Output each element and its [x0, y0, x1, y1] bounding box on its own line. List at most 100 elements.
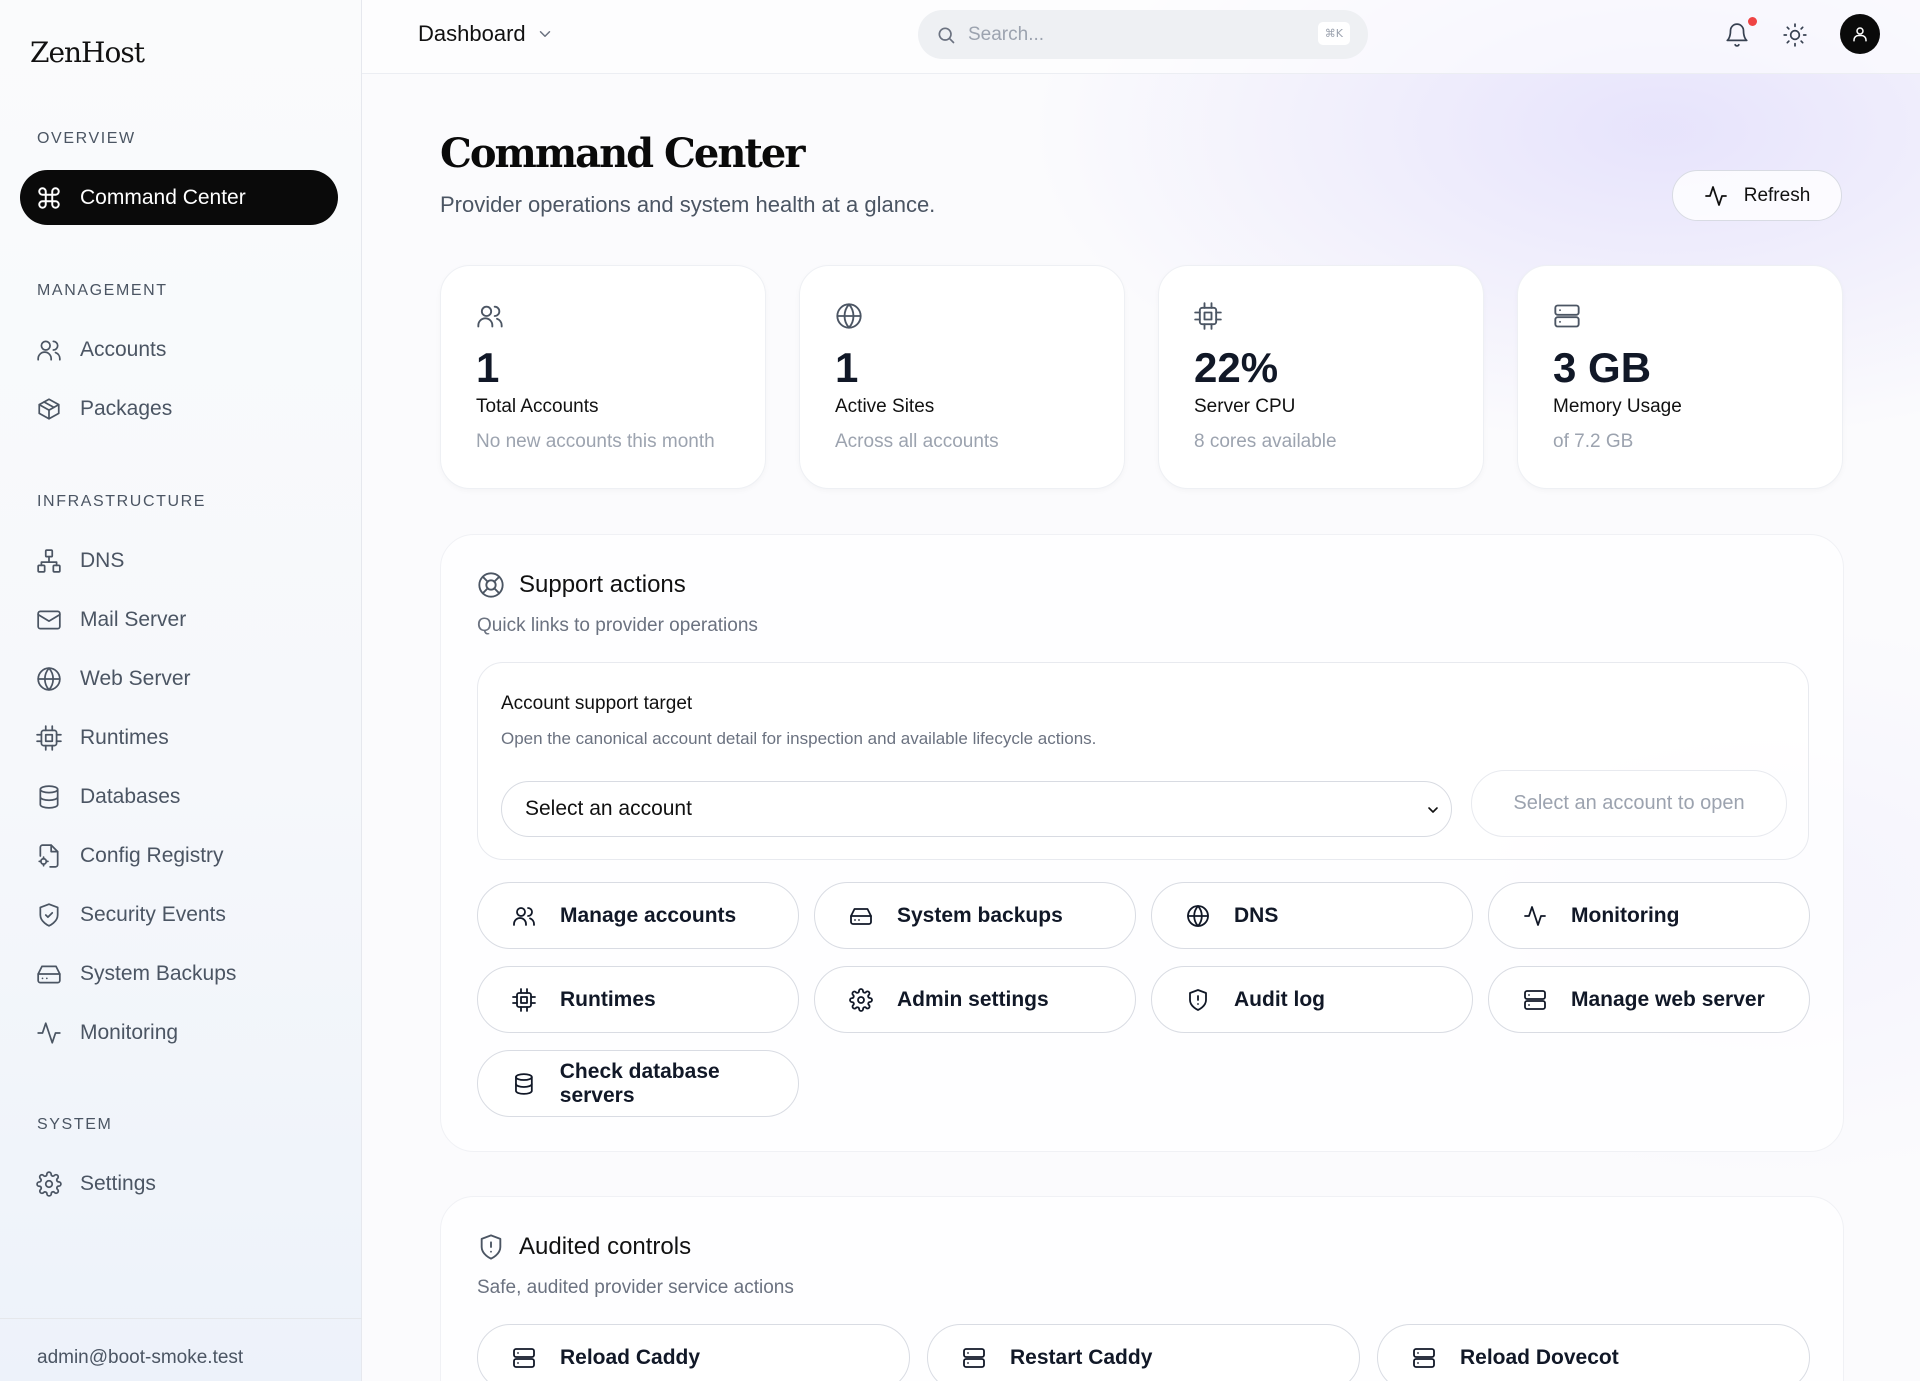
hard-drive-icon [36, 961, 62, 987]
action-label: Audit log [1234, 987, 1325, 1011]
manage-accounts-button[interactable]: Manage accounts [477, 882, 799, 949]
sidebar-item-web-server[interactable]: Web Server [20, 651, 338, 706]
restart-caddy-button[interactable]: Restart Caddy [927, 1324, 1360, 1381]
action-label: Runtimes [560, 987, 656, 1011]
stat-card-server-cpu: 22% Server CPU 8 cores available [1158, 265, 1484, 489]
account-select-value: Select an account [525, 797, 692, 820]
audit-log-button[interactable]: Audit log [1151, 966, 1473, 1033]
support-actions-panel: Support actions Quick links to provider … [440, 534, 1844, 1152]
action-label: Admin settings [897, 987, 1049, 1011]
action-label: Check database servers [559, 1059, 720, 1107]
check-database-servers-button[interactable]: Check database servers [477, 1050, 799, 1117]
activity-icon [1523, 904, 1547, 928]
database-icon [512, 1072, 536, 1096]
sidebar-item-system-backups[interactable]: System Backups [20, 946, 338, 1001]
panel-title: Support actions [519, 571, 686, 598]
sidebar-item-label: Packages [80, 396, 173, 420]
manage-web-server-button[interactable]: Manage web server [1488, 966, 1810, 1033]
breadcrumb-label: Dashboard [418, 21, 526, 46]
file-cog-icon [36, 843, 62, 869]
globe-icon [1186, 904, 1210, 928]
page-title: Command Center [440, 130, 805, 177]
breadcrumb-dashboard[interactable]: Dashboard [418, 21, 554, 47]
sidebar-item-label: Security Events [80, 902, 226, 926]
nav-section-infrastructure: INFRASTRUCTURE [37, 493, 207, 510]
sidebar-item-label: System Backups [80, 961, 237, 985]
action-label: Restart Caddy [1010, 1345, 1153, 1369]
dns-button[interactable]: DNS [1151, 882, 1473, 949]
system-backups-button[interactable]: System backups [814, 882, 1136, 949]
mail-icon [36, 607, 62, 633]
network-icon [36, 548, 62, 574]
stat-value: 22% [1194, 344, 1279, 391]
sidebar-item-security-events[interactable]: Security Events [20, 887, 338, 942]
stat-label: Memory Usage [1553, 396, 1682, 417]
shield-alert-icon [1186, 988, 1210, 1012]
nav-section-overview: OVERVIEW [37, 130, 136, 147]
action-label: Manage accounts [560, 903, 737, 927]
action-label: Reload Dovecot [1460, 1345, 1619, 1369]
server-icon [1553, 302, 1581, 330]
sidebar-item-dns[interactable]: DNS [20, 533, 338, 588]
runtimes-button[interactable]: Runtimes [477, 966, 799, 1033]
search-bar: ⌘K [918, 10, 1368, 59]
users-icon [476, 302, 504, 330]
stat-hint: No new accounts this month [476, 431, 715, 452]
server-icon [1523, 988, 1547, 1012]
stat-card-total-accounts: 1 Total Accounts No new accounts this mo… [440, 265, 766, 489]
action-label: Reload Caddy [560, 1345, 701, 1369]
refresh-button[interactable]: Refresh [1672, 170, 1842, 221]
monitoring-button[interactable]: Monitoring [1488, 882, 1810, 949]
brand-logo[interactable]: ZenHost [30, 36, 145, 69]
sidebar-item-packages[interactable]: Packages [20, 381, 338, 436]
stat-label: Server CPU [1194, 396, 1296, 417]
main-content: Dashboard ⌘K Command Center Provider ope… [362, 0, 1920, 1381]
sidebar-item-monitoring[interactable]: Monitoring [20, 1005, 338, 1060]
panel-subtitle: Safe, audited provider service actions [477, 1277, 794, 1298]
stat-card-memory-usage: 3 GB Memory Usage of 7.2 GB [1517, 265, 1843, 489]
action-label: System backups [897, 903, 1063, 927]
bell-icon[interactable] [1724, 22, 1750, 48]
sidebar-item-label: Accounts [80, 337, 167, 361]
stat-value: 1 [476, 344, 500, 391]
sun-icon[interactable] [1782, 22, 1808, 48]
account-support-target: Account support target Open the canonica… [477, 662, 1809, 860]
audited-controls-panel: Audited controls Safe, audited provider … [440, 1196, 1844, 1381]
avatar[interactable] [1840, 14, 1880, 54]
account-select[interactable]: Select an account [501, 781, 1452, 837]
server-icon [962, 1346, 986, 1370]
target-description: Open the canonical account detail for in… [501, 729, 1097, 748]
gear-icon [36, 1170, 62, 1197]
nav-section-management: MANAGEMENT [37, 282, 168, 299]
cpu-icon [36, 724, 62, 751]
sidebar-item-accounts[interactable]: Accounts [20, 322, 338, 377]
package-icon [36, 396, 62, 422]
target-title: Account support target [501, 693, 693, 714]
activity-icon [1704, 184, 1728, 208]
admin-settings-button[interactable]: Admin settings [814, 966, 1136, 1033]
reload-caddy-button[interactable]: Reload Caddy [477, 1324, 910, 1381]
page-subtitle: Provider operations and system health at… [440, 192, 936, 217]
sidebar-item-settings[interactable]: Settings [20, 1156, 338, 1211]
reload-dovecot-button[interactable]: Reload Dovecot [1377, 1324, 1810, 1381]
cpu-icon [1194, 302, 1222, 330]
search-input[interactable] [968, 23, 1288, 46]
sidebar-item-mail-server[interactable]: Mail Server [20, 592, 338, 647]
sidebar-item-databases[interactable]: Databases [20, 769, 338, 824]
stat-label: Total Accounts [476, 396, 599, 417]
current-user-email[interactable]: admin@boot-smoke.test [0, 1318, 362, 1381]
sidebar-item-config-registry[interactable]: Config Registry [20, 828, 338, 883]
open-account-button[interactable]: Select an account to open [1471, 770, 1787, 837]
action-label: DNS [1234, 903, 1279, 927]
action-label: Monitoring [1571, 903, 1680, 927]
notification-dot [1748, 17, 1757, 26]
users-icon [36, 337, 62, 363]
sidebar-item-label: Web Server [80, 666, 191, 690]
search-shortcut-badge: ⌘K [1317, 22, 1350, 45]
command-icon [36, 185, 62, 211]
sidebar-item-runtimes[interactable]: Runtimes [20, 710, 338, 765]
server-icon [512, 1346, 536, 1370]
server-icon [1412, 1346, 1436, 1370]
action-label: Manage web server [1571, 987, 1765, 1011]
sidebar-item-command-center[interactable]: Command Center [20, 170, 338, 225]
